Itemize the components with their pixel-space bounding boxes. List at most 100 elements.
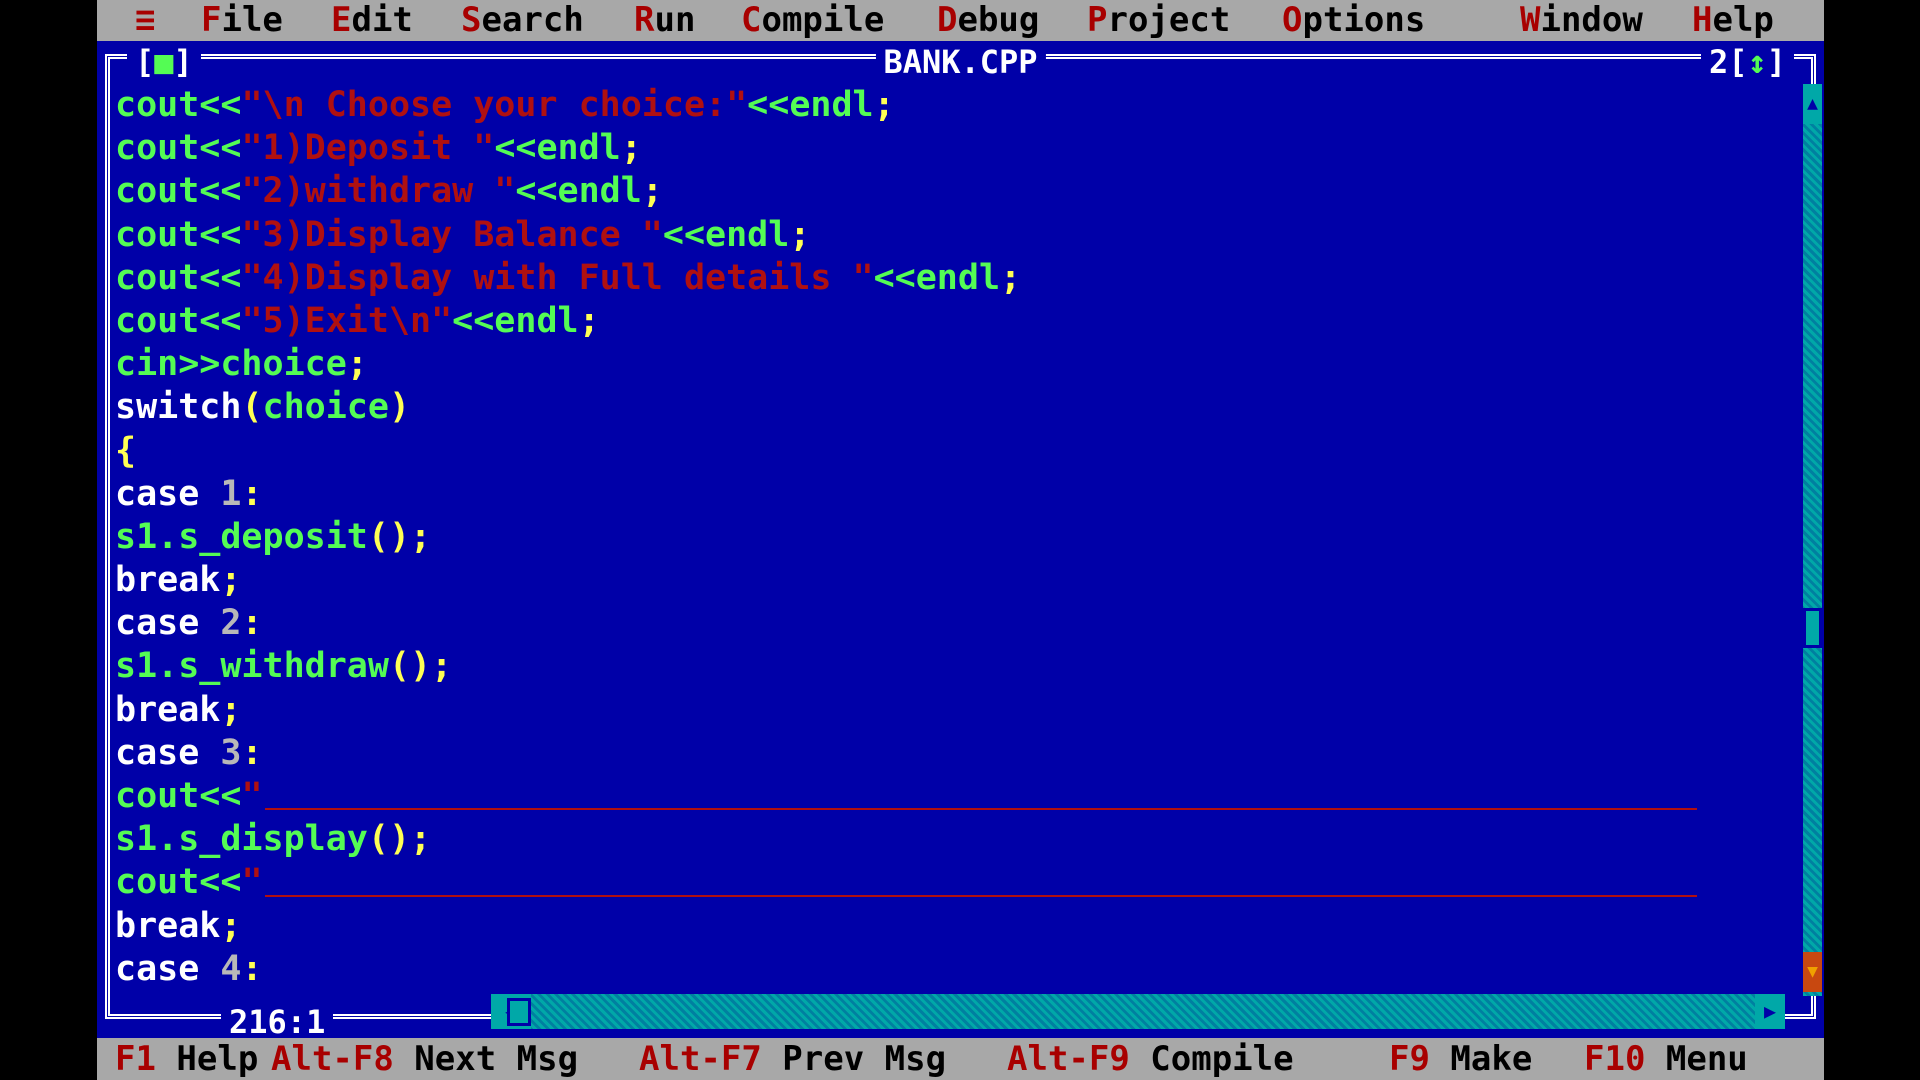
scroll-down-arrow-icon[interactable]: ▼ <box>1803 952 1822 992</box>
code-token: (); <box>367 819 432 860</box>
zoom-box-open: [ <box>1728 43 1748 81</box>
close-box-end: ] <box>173 43 193 81</box>
code-line: case 3: <box>115 732 1697 775</box>
zoom-icon: ↕ <box>1747 43 1767 81</box>
code-token: s1.s_deposit <box>115 516 368 557</box>
code-token: (); <box>367 516 432 557</box>
code-line: break; <box>115 559 1697 602</box>
scroll-right-arrow-icon[interactable]: ▶ <box>1755 994 1785 1029</box>
code-token: break <box>115 905 221 946</box>
status-compile[interactable]: Alt-F9 Compile <box>1007 1038 1294 1080</box>
code-token: cout<< <box>115 862 242 903</box>
code-token: "4)Display with Full details " <box>241 257 874 298</box>
status-label: Help <box>155 1039 259 1079</box>
code-token: ; <box>620 128 642 169</box>
status-menu[interactable]: F10 Menu <box>1584 1038 1748 1080</box>
menu-search-label: earch <box>481 0 584 40</box>
code-token: " <box>241 776 263 816</box>
code-token: cout<< <box>115 171 242 212</box>
close-icon: ■ <box>154 43 174 81</box>
code-editor[interactable]: cout<<"\n Choose your choice:"<<endl; cou… <box>115 84 1697 1008</box>
code-token: <<endl <box>747 85 874 125</box>
window-number: 2 <box>1708 43 1729 81</box>
window-close-button[interactable]: [■] <box>127 44 201 80</box>
code-token: <<endl <box>494 128 621 169</box>
code-line: break; <box>115 689 1697 732</box>
status-label: Next Msg <box>393 1039 579 1079</box>
code-token: " <box>241 862 263 903</box>
scroll-up-arrow-icon[interactable]: ▲ <box>1803 84 1822 124</box>
code-token: cout<< <box>115 300 242 341</box>
status-key: Alt-F7 <box>639 1039 762 1079</box>
code-token: ; <box>789 214 811 255</box>
menu-file[interactable]: File <box>201 0 283 41</box>
menu-edit[interactable]: Edit <box>331 0 413 41</box>
menu-file-hotkey: F <box>201 0 222 40</box>
menu-help-hotkey: H <box>1692 0 1713 40</box>
code-token: case <box>115 732 221 773</box>
code-token: ; <box>346 344 368 385</box>
code-token: "2)withdraw " <box>241 171 516 212</box>
horizontal-scroll-thumb[interactable] <box>507 998 531 1026</box>
menu-compile-label: ompile <box>761 0 885 40</box>
menu-options-label: ptions <box>1302 0 1426 40</box>
cursor-position-indicator: 216:1 <box>221 1004 334 1040</box>
vertical-scroll-thumb[interactable] <box>1803 608 1822 648</box>
menu-debug-hotkey: D <box>937 0 958 40</box>
code-token: ; <box>220 905 242 946</box>
menu-edit-label: dit <box>351 0 413 40</box>
status-next-msg[interactable]: Alt-F8 Next Msg <box>271 1038 578 1080</box>
menu-debug[interactable]: Debug <box>937 0 1039 41</box>
menu-compile[interactable]: Compile <box>741 0 884 41</box>
vertical-scrollbar[interactable] <box>1803 84 1822 996</box>
status-key: F9 <box>1389 1039 1430 1079</box>
code-token: break <box>115 689 221 730</box>
menu-project[interactable]: Project <box>1087 0 1230 41</box>
status-label: Make <box>1429 1039 1533 1079</box>
status-f1-help[interactable]: F1 Help <box>115 1038 258 1080</box>
code-line: switch(choice) <box>115 386 1697 429</box>
menu-options-hotkey: O <box>1282 0 1303 40</box>
menu-edit-hotkey: E <box>331 0 352 40</box>
menu-help[interactable]: Help <box>1692 0 1774 41</box>
menu-run-label: un <box>654 0 696 40</box>
status-key: F1 <box>115 1039 156 1079</box>
code-token: : <box>241 603 263 644</box>
window-zoom-button[interactable]: 2[↕] <box>1700 43 1794 81</box>
code-token: "5)Exit\n" <box>241 300 453 341</box>
menu-window-hotkey: W <box>1520 0 1541 40</box>
menu-window[interactable]: Window <box>1520 0 1643 41</box>
menu-run[interactable]: Run <box>634 0 695 41</box>
close-box-open: [ <box>135 43 155 81</box>
code-token: ) <box>388 387 411 428</box>
status-label: Menu <box>1645 1039 1748 1079</box>
system-menu[interactable]: ≡ <box>135 0 155 41</box>
code-token: switch <box>115 387 242 428</box>
menu-search-hotkey: S <box>461 0 482 40</box>
code-token: cout<< <box>115 85 242 125</box>
code-token: case <box>115 603 221 644</box>
code-token: : <box>241 732 263 773</box>
code-token: "3)Display Balance " <box>241 214 663 255</box>
code-token: cout<< <box>115 214 242 255</box>
code-token: <<endl <box>873 257 1001 298</box>
horizontal-scrollbar[interactable] <box>491 994 1783 1029</box>
code-token: { <box>115 430 137 471</box>
code-token: choice <box>262 387 389 428</box>
ide-screen: ≡ File Edit Search Run Compile Debug Pro… <box>97 0 1824 1080</box>
menu-options[interactable]: Options <box>1282 0 1425 41</box>
code-token: <<endl <box>515 171 642 212</box>
status-prev-msg[interactable]: Alt-F7 Prev Msg <box>639 1038 946 1080</box>
status-make[interactable]: F9 Make <box>1389 1038 1532 1080</box>
code-token: 4 <box>220 948 242 989</box>
code-token: ; <box>873 85 895 125</box>
code-token: case <box>115 473 221 514</box>
code-token: 3 <box>220 732 242 773</box>
code-token: s1.s_display <box>115 819 368 860</box>
code-token: : <box>241 948 263 989</box>
menu-search[interactable]: Search <box>461 0 584 41</box>
zoom-box-end: ] <box>1766 43 1786 81</box>
code-line: cin>>choice; <box>115 343 1697 386</box>
menu-project-label: roject <box>1107 0 1231 40</box>
status-label: Prev Msg <box>761 1039 947 1079</box>
